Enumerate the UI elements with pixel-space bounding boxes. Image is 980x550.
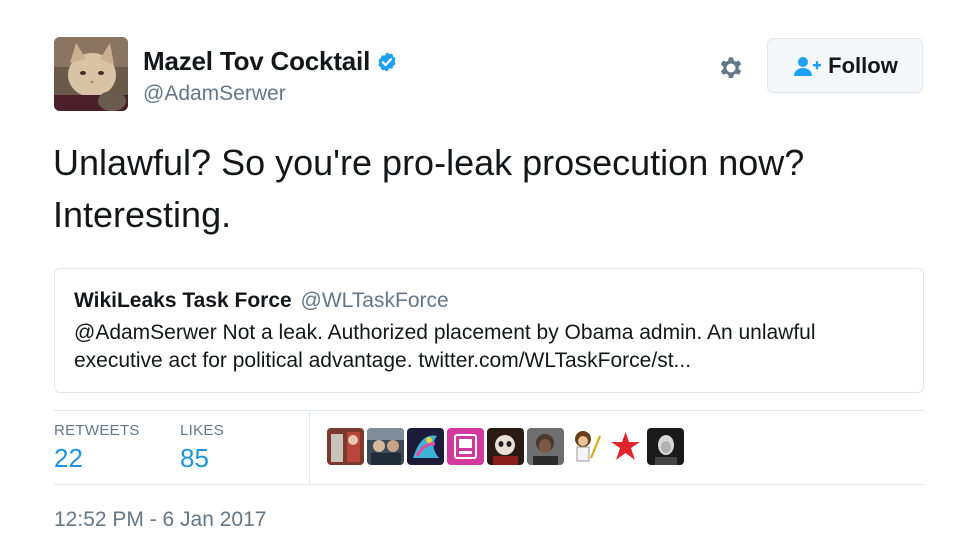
tweet-timestamp[interactable]: 12:52 PM - 6 Jan 2017 (54, 508, 266, 532)
follow-button[interactable]: Follow (767, 38, 923, 93)
retweets-stat[interactable]: RETWEETS 22 (54, 422, 140, 474)
quoted-tweet-display-name: WikiLeaks Task Force (74, 289, 292, 312)
likes-stat[interactable]: LIKES 85 (180, 422, 224, 474)
liker-avatar-9[interactable] (647, 428, 684, 465)
gear-icon[interactable] (716, 53, 746, 83)
author-display-name[interactable]: Mazel Tov Cocktail (143, 46, 370, 77)
quoted-tweet-text: @AdamSerwer Not a leak. Authorized place… (74, 321, 816, 372)
liker-avatars (327, 428, 687, 465)
liker-avatar-1[interactable] (327, 428, 364, 465)
stats-vertical-divider (309, 410, 310, 484)
likes-label: LIKES (180, 422, 225, 439)
liker-avatar-5[interactable] (487, 428, 524, 465)
add-user-icon (794, 56, 822, 76)
stats-top-divider (54, 410, 924, 411)
liker-avatar-4[interactable] (447, 428, 484, 465)
liker-avatar-8[interactable] (607, 428, 644, 465)
liker-avatar-7[interactable] (567, 428, 604, 465)
quoted-tweet-card[interactable]: WikiLeaks Task Force @WLTaskForce @AdamS… (54, 268, 924, 393)
retweets-count: 22 (54, 443, 83, 473)
liker-avatar-2[interactable] (367, 428, 404, 465)
likes-count: 85 (180, 443, 209, 473)
quoted-tweet-header: WikiLeaks Task Force @WLTaskForce (74, 289, 449, 313)
verified-badge-icon (378, 51, 396, 72)
retweets-label: RETWEETS (54, 422, 140, 439)
liker-avatar-6[interactable] (527, 428, 564, 465)
author-handle[interactable]: @AdamSerwer (143, 82, 286, 106)
author-avatar[interactable] (54, 37, 128, 111)
tweet-text: Unlawful? So you're pro-leak prosecution… (53, 142, 805, 235)
follow-button-label: Follow (828, 52, 898, 78)
quoted-tweet-handle: @WLTaskForce (300, 289, 449, 312)
stats-bottom-divider (54, 484, 924, 485)
liker-avatar-3[interactable] (407, 428, 444, 465)
